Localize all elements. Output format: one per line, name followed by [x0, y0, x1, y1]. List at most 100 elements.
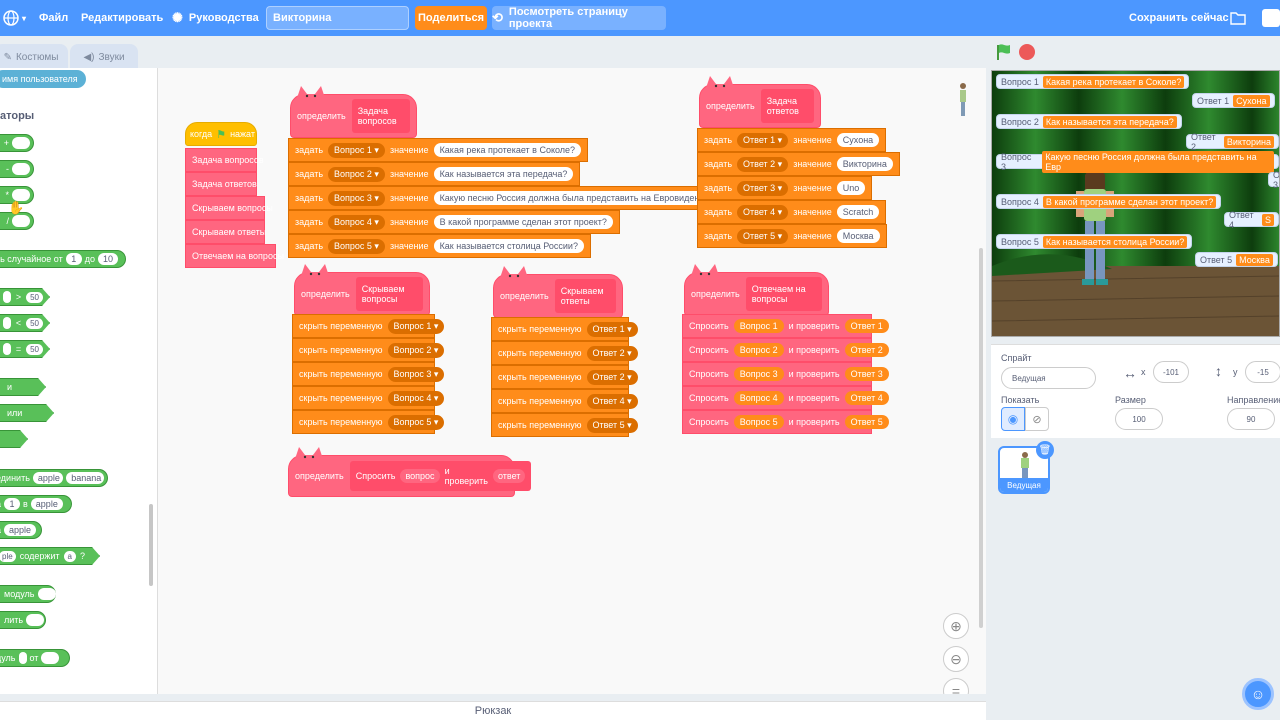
mod-block[interactable]: модуль	[0, 585, 56, 603]
value-input[interactable]: Сухона	[836, 133, 880, 147]
question-reporter[interactable]: Вопрос 2	[733, 343, 784, 357]
answer-reporter[interactable]: Ответ 4	[844, 391, 889, 405]
variable-dropdown[interactable]: Ответ 1	[586, 321, 638, 337]
value-input[interactable]: Scratch	[836, 205, 880, 219]
value-input[interactable]: Как называется эта передача?	[433, 167, 574, 181]
account-avatar[interactable]	[1262, 0, 1280, 36]
question-reporter[interactable]: Вопрос 3	[733, 367, 784, 381]
define-answers-task[interactable]: определить Задача ответов	[699, 76, 821, 128]
letter-of-block[interactable]: а1вapple	[0, 495, 72, 513]
add-sprite-button[interactable]: ☺	[1242, 678, 1274, 710]
answer-monitor[interactable]: Ответ 2 Викторина	[1186, 132, 1279, 152]
variable-dropdown[interactable]: Ответ 4	[737, 204, 789, 220]
answer-monitor[interactable]: Ответ 4 S	[1224, 210, 1279, 230]
set-variable-block[interactable]: задать Ответ 4 значение Scratch	[697, 200, 887, 224]
variable-dropdown[interactable]: Вопрос 5	[387, 414, 445, 430]
call-block[interactable]: Отвечаем на вопросы	[185, 244, 284, 268]
stage[interactable]: Вопрос 1 Какая река протекает в Соколе? Во…	[991, 70, 1280, 337]
call-block[interactable]: Задача ответов	[185, 172, 257, 196]
answer-reporter[interactable]: Ответ 1	[844, 319, 889, 333]
language-menu[interactable]: ▾	[2, 0, 26, 36]
question-arg[interactable]: вопрос	[400, 469, 440, 483]
presenter-sprite[interactable]	[1070, 163, 1120, 293]
set-variable-block[interactable]: задать Ответ 3 значение Uno	[697, 176, 873, 200]
call-block[interactable]: Задача вопросов	[185, 148, 264, 172]
hide-variable-block[interactable]: скрыть переменную Вопрос 5	[292, 410, 445, 434]
folder-icon[interactable]	[1230, 0, 1246, 36]
share-button[interactable]: Поделиться	[415, 6, 487, 30]
value-input[interactable]: Как называется столица России?	[433, 239, 584, 253]
eq-value[interactable]: 50	[26, 344, 43, 355]
hide-variable-block[interactable]: скрыть переменную Ответ 2	[491, 341, 638, 365]
variable-dropdown[interactable]: Вопрос 5	[328, 238, 385, 254]
delete-sprite-button[interactable]: 🗑	[1036, 441, 1054, 459]
sprite-name-input[interactable]: Ведущая	[1001, 367, 1096, 389]
answer-monitor[interactable]: Ответ 3U	[1268, 170, 1279, 190]
set-variable-block[interactable]: задать Вопрос 4 значение В какой программе …	[288, 210, 620, 234]
value-input[interactable]: Викторина	[836, 157, 893, 171]
define-questions-task[interactable]: определить Задача вопросов	[290, 86, 417, 138]
hide-variable-block[interactable]: скрыть переменную Вопрос 1	[292, 314, 445, 338]
x-input[interactable]: -101	[1153, 361, 1189, 383]
palette-scrollbar[interactable]	[149, 504, 153, 586]
answer-reporter[interactable]: Ответ 2	[844, 343, 889, 357]
variable-dropdown[interactable]: Вопрос 3	[387, 366, 445, 382]
not-block[interactable]	[0, 430, 28, 448]
hide-variable-block[interactable]: скрыть переменную Ответ 2	[491, 365, 638, 389]
variable-dropdown[interactable]: Ответ 3	[737, 180, 789, 196]
set-variable-block[interactable]: задать Вопрос 2 значение Как называется эта…	[288, 162, 581, 186]
variable-dropdown[interactable]: Вопрос 1	[328, 142, 385, 158]
set-variable-block[interactable]: задать Ответ 5 значение Москва	[697, 224, 887, 248]
variable-dropdown[interactable]: Вопрос 1	[387, 318, 445, 334]
abs-block[interactable]: дуль от	[0, 649, 70, 667]
stop-button[interactable]	[1019, 44, 1035, 60]
variable-dropdown[interactable]: Ответ 1	[737, 132, 789, 148]
hide-variable-block[interactable]: скрыть переменную Вопрос 3	[292, 362, 445, 386]
less-than-block[interactable]: <50	[0, 314, 50, 332]
size-input[interactable]: 100	[1115, 408, 1163, 430]
file-menu[interactable]: Файл	[39, 0, 68, 36]
y-input[interactable]: -15	[1245, 361, 1280, 383]
zoom-reset-button[interactable]: =	[943, 678, 969, 694]
value-input[interactable]: Москва	[836, 229, 880, 243]
answer-reporter[interactable]: Ответ 5	[844, 415, 889, 429]
project-title-input[interactable]	[266, 6, 409, 30]
length-of-block[interactable]: аapple	[0, 521, 42, 539]
set-variable-block[interactable]: задать Ответ 1 значение Сухона	[697, 128, 887, 152]
edit-menu[interactable]: Редактировать	[81, 0, 163, 36]
hide-variable-block[interactable]: скрыть переменную Ответ 1	[491, 317, 638, 341]
question-monitor[interactable]: Вопрос 4В какой программе сделан этот пр…	[996, 194, 1222, 209]
ask-call-block[interactable]: Спросить Вопрос 1 и проверить Ответ 1	[682, 314, 889, 338]
or-block[interactable]: или	[0, 404, 54, 422]
hide-variable-block[interactable]: скрыть переменную Вопрос 2	[292, 338, 445, 362]
question-monitor[interactable]: Вопрос 2 Как называется эта передача?	[996, 114, 1182, 129]
variable-dropdown[interactable]: Вопрос 4	[387, 390, 445, 406]
value-input[interactable]: Какую песню Россия должна была представи…	[433, 191, 721, 205]
pick-random-block[interactable]: ть случайное от 1 до 10	[0, 250, 126, 268]
variable-dropdown[interactable]: Ответ 2	[586, 369, 638, 385]
set-variable-block[interactable]: задать Ответ 2 значение Викторина	[697, 152, 900, 176]
define-ask-block[interactable]: определить Спросить вопрос и проверить о…	[288, 447, 532, 497]
set-variable-block[interactable]: задать Вопрос 1 значение Какая река протека…	[288, 138, 589, 162]
value-input[interactable]: Какая река протекает в Соколе?	[433, 143, 582, 157]
value-input[interactable]: Uno	[836, 181, 866, 195]
answer-arg[interactable]: ответ	[492, 469, 526, 483]
variable-dropdown[interactable]: Ответ 5	[737, 228, 789, 244]
ask-call-block[interactable]: Спросить Вопрос 3 и проверить Ответ 3	[682, 362, 889, 386]
when-flag-clicked-hat[interactable]: когда ⚑ нажат	[185, 122, 257, 146]
value-input[interactable]: В какой программе сделан этот проект?	[433, 215, 613, 229]
add-block[interactable]: +	[0, 134, 34, 152]
and-block[interactable]: и	[0, 378, 46, 396]
workspace-scrollbar[interactable]	[979, 248, 983, 628]
question-reporter[interactable]: Вопрос 1	[733, 319, 784, 333]
variable-dropdown[interactable]: Ответ 4	[586, 393, 638, 409]
see-project-page-button[interactable]: ⟲ Посмотреть страницу проекта	[492, 6, 666, 30]
variable-dropdown[interactable]: Ответ 2	[586, 345, 638, 361]
gt-value[interactable]: 50	[26, 292, 43, 303]
save-now-link[interactable]: Сохранить сейчас	[1129, 0, 1229, 36]
set-variable-block[interactable]: задать Вопрос 3 значение Какую песню Россия…	[288, 186, 728, 210]
set-variable-block[interactable]: задать Вопрос 5 значение Как называется сто…	[288, 234, 591, 258]
answer-reporter[interactable]: Ответ 3	[844, 367, 889, 381]
ask-call-block[interactable]: Спросить Вопрос 4 и проверить Ответ 4	[682, 386, 889, 410]
define-hide-questions[interactable]: определить Скрываем вопросы	[294, 264, 430, 316]
